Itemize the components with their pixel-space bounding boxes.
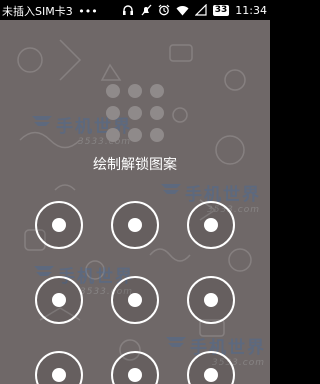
- status-right: 33 11:34: [122, 2, 267, 18]
- carrier-text: 未插入SIM卡3: [2, 5, 73, 18]
- clock-time: 11:34: [235, 3, 267, 17]
- pattern-node-1[interactable]: [35, 201, 83, 249]
- status-left: 未插入SIM卡3 •••: [2, 3, 98, 19]
- battery-icon: 33: [212, 4, 230, 16]
- pattern-node-6[interactable]: [187, 276, 235, 324]
- wifi-icon: [176, 5, 189, 16]
- lock-screen: 未插入SIM卡3 ••• 33 11:34 手机世界 3533.com 手机世界…: [0, 0, 270, 384]
- pattern-node-2[interactable]: [111, 201, 159, 249]
- signal-icon: [194, 4, 207, 16]
- headset-icon: [122, 4, 134, 16]
- watermark-text: 手机世界: [185, 185, 261, 205]
- more-dots: •••: [78, 5, 98, 18]
- pattern-node-3[interactable]: [187, 201, 235, 249]
- watermark-logo-icon: [161, 184, 181, 194]
- pattern-grid-icon: [106, 84, 164, 142]
- pattern-node-7[interactable]: [35, 351, 83, 384]
- pattern-node-5[interactable]: [111, 276, 159, 324]
- page-title: 绘制解锁图案: [93, 157, 177, 173]
- mute-icon: [140, 4, 152, 16]
- pattern-node-4[interactable]: [35, 276, 83, 324]
- pattern-node-9[interactable]: [187, 351, 235, 384]
- watermark-logo-icon: [32, 116, 52, 126]
- watermark-logo-icon: [166, 337, 186, 347]
- alarm-icon: [158, 4, 170, 16]
- pattern-node-8[interactable]: [111, 351, 159, 384]
- status-bar: 未插入SIM卡3 ••• 33 11:34: [0, 0, 270, 20]
